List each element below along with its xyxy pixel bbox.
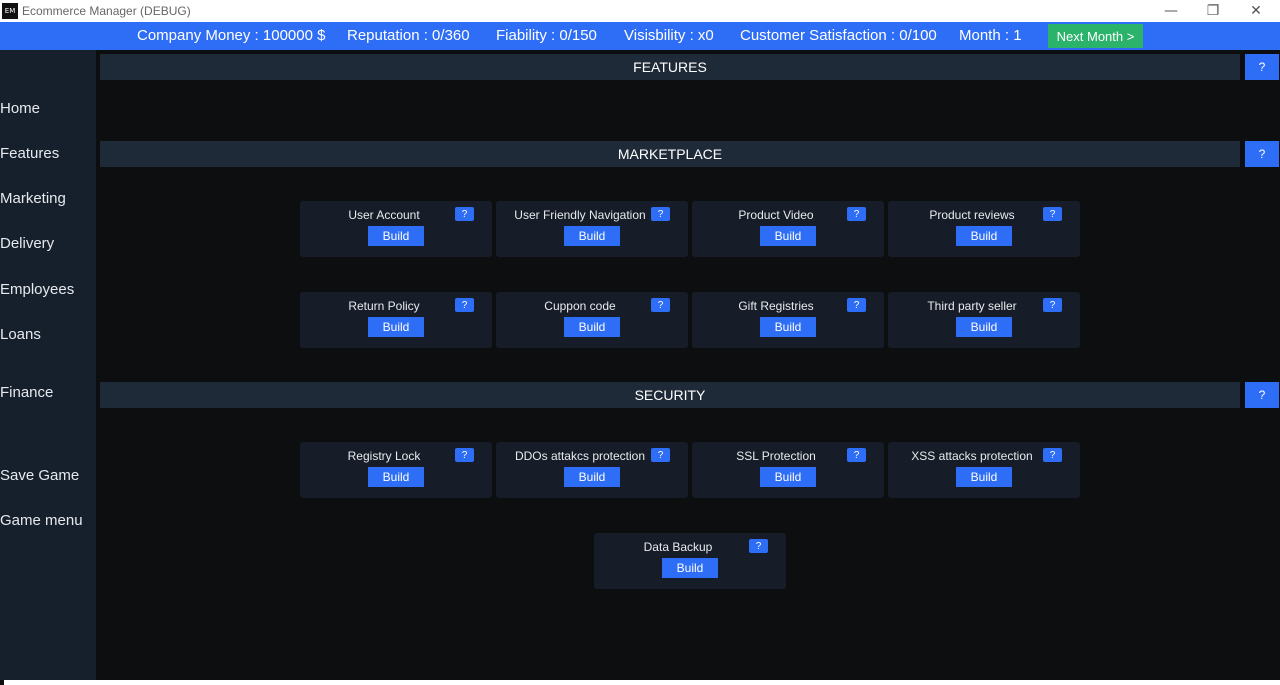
card-title: Cuppon code [544,299,616,313]
card-help-button[interactable]: ? [651,448,670,462]
feature-card-gift-registries: Gift Registries ? Build [692,292,884,348]
features-header: FEATURES [100,54,1240,80]
card-title: Data Backup [643,540,713,554]
app-icon: EM [2,3,18,19]
build-button[interactable]: Build [956,226,1012,246]
build-button[interactable]: Build [564,226,620,246]
card-title: Gift Registries [738,299,814,313]
card-title: Product Video [738,208,814,222]
close-icon[interactable]: ✕ [1234,0,1278,22]
card-help-button[interactable]: ? [847,448,866,462]
satisfaction-stat: Customer Satisfaction : 0/100 [740,27,937,44]
card-help-button[interactable]: ? [651,298,670,312]
card-help-button[interactable]: ? [455,448,474,462]
build-button[interactable]: Build [760,467,816,487]
restore-icon[interactable]: ❐ [1191,0,1235,22]
build-button[interactable]: Build [760,226,816,246]
bottom-strip [4,680,1280,685]
card-help-button[interactable]: ? [749,539,768,553]
nav-marketing[interactable]: Marketing [0,190,66,207]
sidebar: Home Features Marketing Delivery Employe… [0,50,96,680]
card-help-button[interactable]: ? [455,298,474,312]
security-card-ddos-protection: DDOs attakcs protection ? Build [496,442,688,498]
build-button[interactable]: Build [368,226,424,246]
card-help-button[interactable]: ? [651,207,670,221]
card-help-button[interactable]: ? [847,298,866,312]
minimize-icon[interactable]: — [1149,0,1193,22]
card-title: XSS attacks protection [911,449,1033,463]
marketplace-header: MARKETPLACE [100,141,1240,167]
feature-card-return-policy: Return Policy ? Build [300,292,492,348]
card-title: Third party seller [927,299,1017,313]
card-title: Registry Lock [347,449,421,463]
security-card-registry-lock: Registry Lock ? Build [300,442,492,498]
visibility-stat: Visisbility : x0 [624,27,714,44]
card-title: Return Policy [348,299,420,313]
build-button[interactable]: Build [564,317,620,337]
feature-card-third-party-seller: Third party seller ? Build [888,292,1080,348]
nav-features[interactable]: Features [0,145,59,162]
nav-loans[interactable]: Loans [0,326,41,343]
build-button[interactable]: Build [368,317,424,337]
card-title: SSL Protection [736,449,816,463]
company-money: Company Money : 100000 $ [137,27,326,44]
card-title: Product reviews [929,208,1015,222]
feature-card-cuppon-code: Cuppon code ? Build [496,292,688,348]
card-title: DDOs attakcs protection [514,449,646,463]
nav-save-game[interactable]: Save Game [0,467,79,484]
build-button[interactable]: Build [662,558,718,578]
build-button[interactable]: Build [564,467,620,487]
card-help-button[interactable]: ? [1043,448,1062,462]
nav-home[interactable]: Home [0,100,40,117]
feature-card-product-video: Product Video ? Build [692,201,884,257]
next-month-button[interactable]: Next Month > [1048,24,1143,48]
nav-finance[interactable]: Finance [0,384,53,401]
security-card-ssl-protection: SSL Protection ? Build [692,442,884,498]
feature-card-user-account: User Account ? Build [300,201,492,257]
title-bar: EM Ecommerce Manager (DEBUG) — ❐ ✕ [0,0,1280,22]
feature-card-product-reviews: Product reviews ? Build [888,201,1080,257]
build-button[interactable]: Build [956,317,1012,337]
card-help-button[interactable]: ? [847,207,866,221]
security-card-data-backup: Data Backup ? Build [594,533,786,589]
build-button[interactable]: Build [368,467,424,487]
build-button[interactable]: Build [760,317,816,337]
window-title: Ecommerce Manager (DEBUG) [22,4,191,18]
card-help-button[interactable]: ? [455,207,474,221]
card-help-button[interactable]: ? [1043,207,1062,221]
security-card-xss-protection: XSS attacks protection ? Build [888,442,1080,498]
nav-employees[interactable]: Employees [0,281,74,298]
card-title: User Friendly Navigation [514,208,646,222]
nav-game-menu[interactable]: Game menu [0,512,83,529]
build-button[interactable]: Build [956,467,1012,487]
card-title: User Account [348,208,420,222]
feature-card-user-friendly-navigation: User Friendly Navigation ? Build [496,201,688,257]
month-stat: Month : 1 [959,27,1022,44]
fiability-stat: Fiability : 0/150 [496,27,597,44]
nav-delivery[interactable]: Delivery [0,235,54,252]
reputation-stat: Reputation : 0/360 [347,27,470,44]
security-header: SECURITY [100,382,1240,408]
features-help-button[interactable]: ? [1245,54,1279,80]
security-help-button[interactable]: ? [1245,382,1279,408]
card-help-button[interactable]: ? [1043,298,1062,312]
marketplace-help-button[interactable]: ? [1245,141,1279,167]
